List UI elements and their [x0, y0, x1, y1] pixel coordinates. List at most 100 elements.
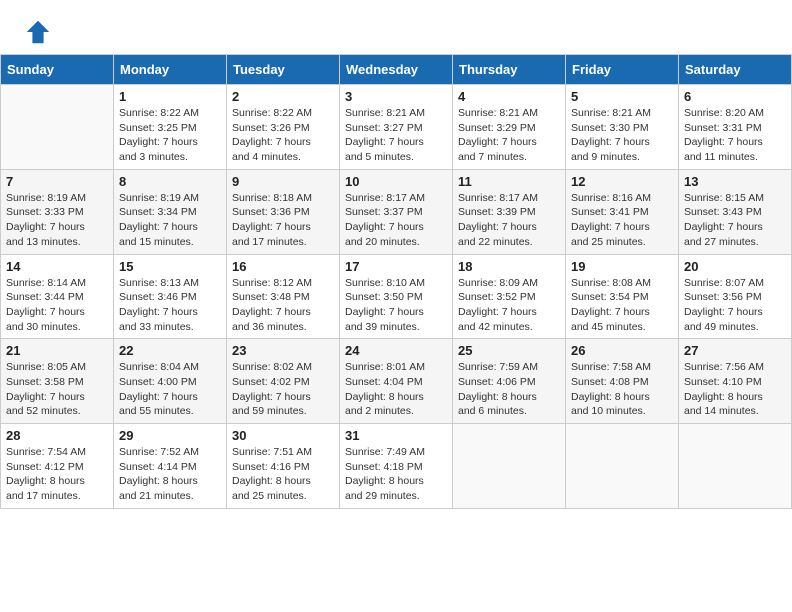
- day-info: Sunrise: 7:49 AM Sunset: 4:18 PM Dayligh…: [345, 445, 447, 504]
- day-info: Sunrise: 8:15 AM Sunset: 3:43 PM Dayligh…: [684, 191, 786, 250]
- week-row-1: 1 Sunrise: 8:22 AM Sunset: 3:25 PM Daylig…: [1, 85, 792, 170]
- weekday-header-saturday: Saturday: [679, 55, 792, 85]
- logo-icon: [24, 18, 52, 46]
- day-info: Sunrise: 8:22 AM Sunset: 3:25 PM Dayligh…: [119, 106, 221, 165]
- calendar-cell: 31Sunrise: 7:49 AM Sunset: 4:18 PM Dayli…: [340, 424, 453, 509]
- day-number: 27: [684, 343, 786, 358]
- day-info: Sunrise: 7:52 AM Sunset: 4:14 PM Dayligh…: [119, 445, 221, 504]
- calendar-cell: [566, 424, 679, 509]
- calendar-table: SundayMondayTuesdayWednesdayThursdayFrid…: [0, 54, 792, 509]
- week-row-4: 21 Sunrise: 8:05 AM Sunset: 3:58 PM Dayli…: [1, 339, 792, 424]
- calendar-cell: [453, 424, 566, 509]
- weekday-header-thursday: Thursday: [453, 55, 566, 85]
- calendar-cell: 22 Sunrise: 8:04 AM Sunset: 4:00 PM Dayli…: [114, 339, 227, 424]
- day-number: 7: [6, 174, 108, 189]
- day-info: Sunrise: 8:18 AM Sunset: 3:36 PM Dayligh…: [232, 191, 334, 250]
- day-info: Sunrise: 8:20 AM Sunset: 3:31 PM Dayligh…: [684, 106, 786, 165]
- calendar-cell: 8 Sunrise: 8:19 AM Sunset: 3:34 PM Daylig…: [114, 169, 227, 254]
- day-number: 26: [571, 343, 673, 358]
- day-number: 14: [6, 259, 108, 274]
- day-number: 30: [232, 428, 334, 443]
- weekday-header-sunday: Sunday: [1, 55, 114, 85]
- day-info: Sunrise: 7:58 AM Sunset: 4:08 PM Dayligh…: [571, 360, 673, 419]
- week-row-2: 7 Sunrise: 8:19 AM Sunset: 3:33 PM Daylig…: [1, 169, 792, 254]
- day-number: 22: [119, 343, 221, 358]
- day-info: Sunrise: 8:17 AM Sunset: 3:39 PM Dayligh…: [458, 191, 560, 250]
- calendar-cell: 15Sunrise: 8:13 AM Sunset: 3:46 PM Dayli…: [114, 254, 227, 339]
- day-number: 16: [232, 259, 334, 274]
- calendar-cell: 14 Sunrise: 8:14 AM Sunset: 3:44 PM Dayli…: [1, 254, 114, 339]
- weekday-header-monday: Monday: [114, 55, 227, 85]
- day-number: 12: [571, 174, 673, 189]
- weekday-header-wednesday: Wednesday: [340, 55, 453, 85]
- page-header: [0, 0, 792, 54]
- day-info: Sunrise: 7:51 AM Sunset: 4:16 PM Dayligh…: [232, 445, 334, 504]
- day-info: Sunrise: 8:10 AM Sunset: 3:50 PM Dayligh…: [345, 276, 447, 335]
- day-info: Sunrise: 7:59 AM Sunset: 4:06 PM Dayligh…: [458, 360, 560, 419]
- day-number: 28: [6, 428, 108, 443]
- calendar-cell: 7 Sunrise: 8:19 AM Sunset: 3:33 PM Daylig…: [1, 169, 114, 254]
- day-number: 6: [684, 89, 786, 104]
- day-info: Sunrise: 8:22 AM Sunset: 3:26 PM Dayligh…: [232, 106, 334, 165]
- day-info: Sunrise: 8:05 AM Sunset: 3:58 PM Dayligh…: [6, 360, 108, 419]
- calendar-cell: 10Sunrise: 8:17 AM Sunset: 3:37 PM Dayli…: [340, 169, 453, 254]
- calendar-cell: 27Sunrise: 7:56 AM Sunset: 4:10 PM Dayli…: [679, 339, 792, 424]
- calendar-cell: 30 Sunrise: 7:51 AM Sunset: 4:16 PM Dayli…: [227, 424, 340, 509]
- day-number: 25: [458, 343, 560, 358]
- week-row-3: 14 Sunrise: 8:14 AM Sunset: 3:44 PM Dayli…: [1, 254, 792, 339]
- calendar-cell: 26 Sunrise: 7:58 AM Sunset: 4:08 PM Dayli…: [566, 339, 679, 424]
- day-info: Sunrise: 8:21 AM Sunset: 3:30 PM Dayligh…: [571, 106, 673, 165]
- calendar-cell: 5 Sunrise: 8:21 AM Sunset: 3:30 PM Daylig…: [566, 85, 679, 170]
- calendar-cell: 21 Sunrise: 8:05 AM Sunset: 3:58 PM Dayli…: [1, 339, 114, 424]
- day-number: 29: [119, 428, 221, 443]
- day-number: 9: [232, 174, 334, 189]
- weekday-header-tuesday: Tuesday: [227, 55, 340, 85]
- logo: [24, 18, 56, 46]
- calendar-cell: 12 Sunrise: 8:16 AM Sunset: 3:41 PM Dayli…: [566, 169, 679, 254]
- day-info: Sunrise: 8:12 AM Sunset: 3:48 PM Dayligh…: [232, 276, 334, 335]
- day-number: 20: [684, 259, 786, 274]
- day-info: Sunrise: 8:02 AM Sunset: 4:02 PM Dayligh…: [232, 360, 334, 419]
- calendar-cell: 18 Sunrise: 8:09 AM Sunset: 3:52 PM Dayli…: [453, 254, 566, 339]
- day-number: 5: [571, 89, 673, 104]
- calendar-cell: 13 Sunrise: 8:15 AM Sunset: 3:43 PM Dayli…: [679, 169, 792, 254]
- day-number: 23: [232, 343, 334, 358]
- day-info: Sunrise: 8:08 AM Sunset: 3:54 PM Dayligh…: [571, 276, 673, 335]
- day-info: Sunrise: 8:19 AM Sunset: 3:34 PM Dayligh…: [119, 191, 221, 250]
- calendar-cell: 25 Sunrise: 7:59 AM Sunset: 4:06 PM Dayli…: [453, 339, 566, 424]
- day-number: 8: [119, 174, 221, 189]
- weekday-header-friday: Friday: [566, 55, 679, 85]
- day-number: 4: [458, 89, 560, 104]
- day-number: 18: [458, 259, 560, 274]
- calendar-cell: 4 Sunrise: 8:21 AM Sunset: 3:29 PM Daylig…: [453, 85, 566, 170]
- calendar-cell: 19 Sunrise: 8:08 AM Sunset: 3:54 PM Dayli…: [566, 254, 679, 339]
- calendar-cell: 9 Sunrise: 8:18 AM Sunset: 3:36 PM Daylig…: [227, 169, 340, 254]
- calendar-cell: [1, 85, 114, 170]
- day-number: 19: [571, 259, 673, 274]
- calendar-cell: 2 Sunrise: 8:22 AM Sunset: 3:26 PM Daylig…: [227, 85, 340, 170]
- day-info: Sunrise: 8:14 AM Sunset: 3:44 PM Dayligh…: [6, 276, 108, 335]
- day-number: 13: [684, 174, 786, 189]
- calendar-cell: 1 Sunrise: 8:22 AM Sunset: 3:25 PM Daylig…: [114, 85, 227, 170]
- day-info: Sunrise: 8:16 AM Sunset: 3:41 PM Dayligh…: [571, 191, 673, 250]
- day-info: Sunrise: 8:07 AM Sunset: 3:56 PM Dayligh…: [684, 276, 786, 335]
- day-number: 10: [345, 174, 447, 189]
- day-info: Sunrise: 8:09 AM Sunset: 3:52 PM Dayligh…: [458, 276, 560, 335]
- day-number: 3: [345, 89, 447, 104]
- day-info: Sunrise: 8:19 AM Sunset: 3:33 PM Dayligh…: [6, 191, 108, 250]
- day-number: 21: [6, 343, 108, 358]
- calendar-cell: 16 Sunrise: 8:12 AM Sunset: 3:48 PM Dayli…: [227, 254, 340, 339]
- day-number: 1: [119, 89, 221, 104]
- weekday-header-row: SundayMondayTuesdayWednesdayThursdayFrid…: [1, 55, 792, 85]
- day-number: 15: [119, 259, 221, 274]
- day-info: Sunrise: 8:21 AM Sunset: 3:29 PM Dayligh…: [458, 106, 560, 165]
- day-info: Sunrise: 8:21 AM Sunset: 3:27 PM Dayligh…: [345, 106, 447, 165]
- calendar-cell: 17Sunrise: 8:10 AM Sunset: 3:50 PM Dayli…: [340, 254, 453, 339]
- calendar-cell: 11Sunrise: 8:17 AM Sunset: 3:39 PM Dayli…: [453, 169, 566, 254]
- calendar-cell: 20 Sunrise: 8:07 AM Sunset: 3:56 PM Dayli…: [679, 254, 792, 339]
- calendar-cell: 24Sunrise: 8:01 AM Sunset: 4:04 PM Dayli…: [340, 339, 453, 424]
- day-number: 2: [232, 89, 334, 104]
- calendar-cell: 29 Sunrise: 7:52 AM Sunset: 4:14 PM Dayli…: [114, 424, 227, 509]
- day-info: Sunrise: 8:04 AM Sunset: 4:00 PM Dayligh…: [119, 360, 221, 419]
- day-number: 24: [345, 343, 447, 358]
